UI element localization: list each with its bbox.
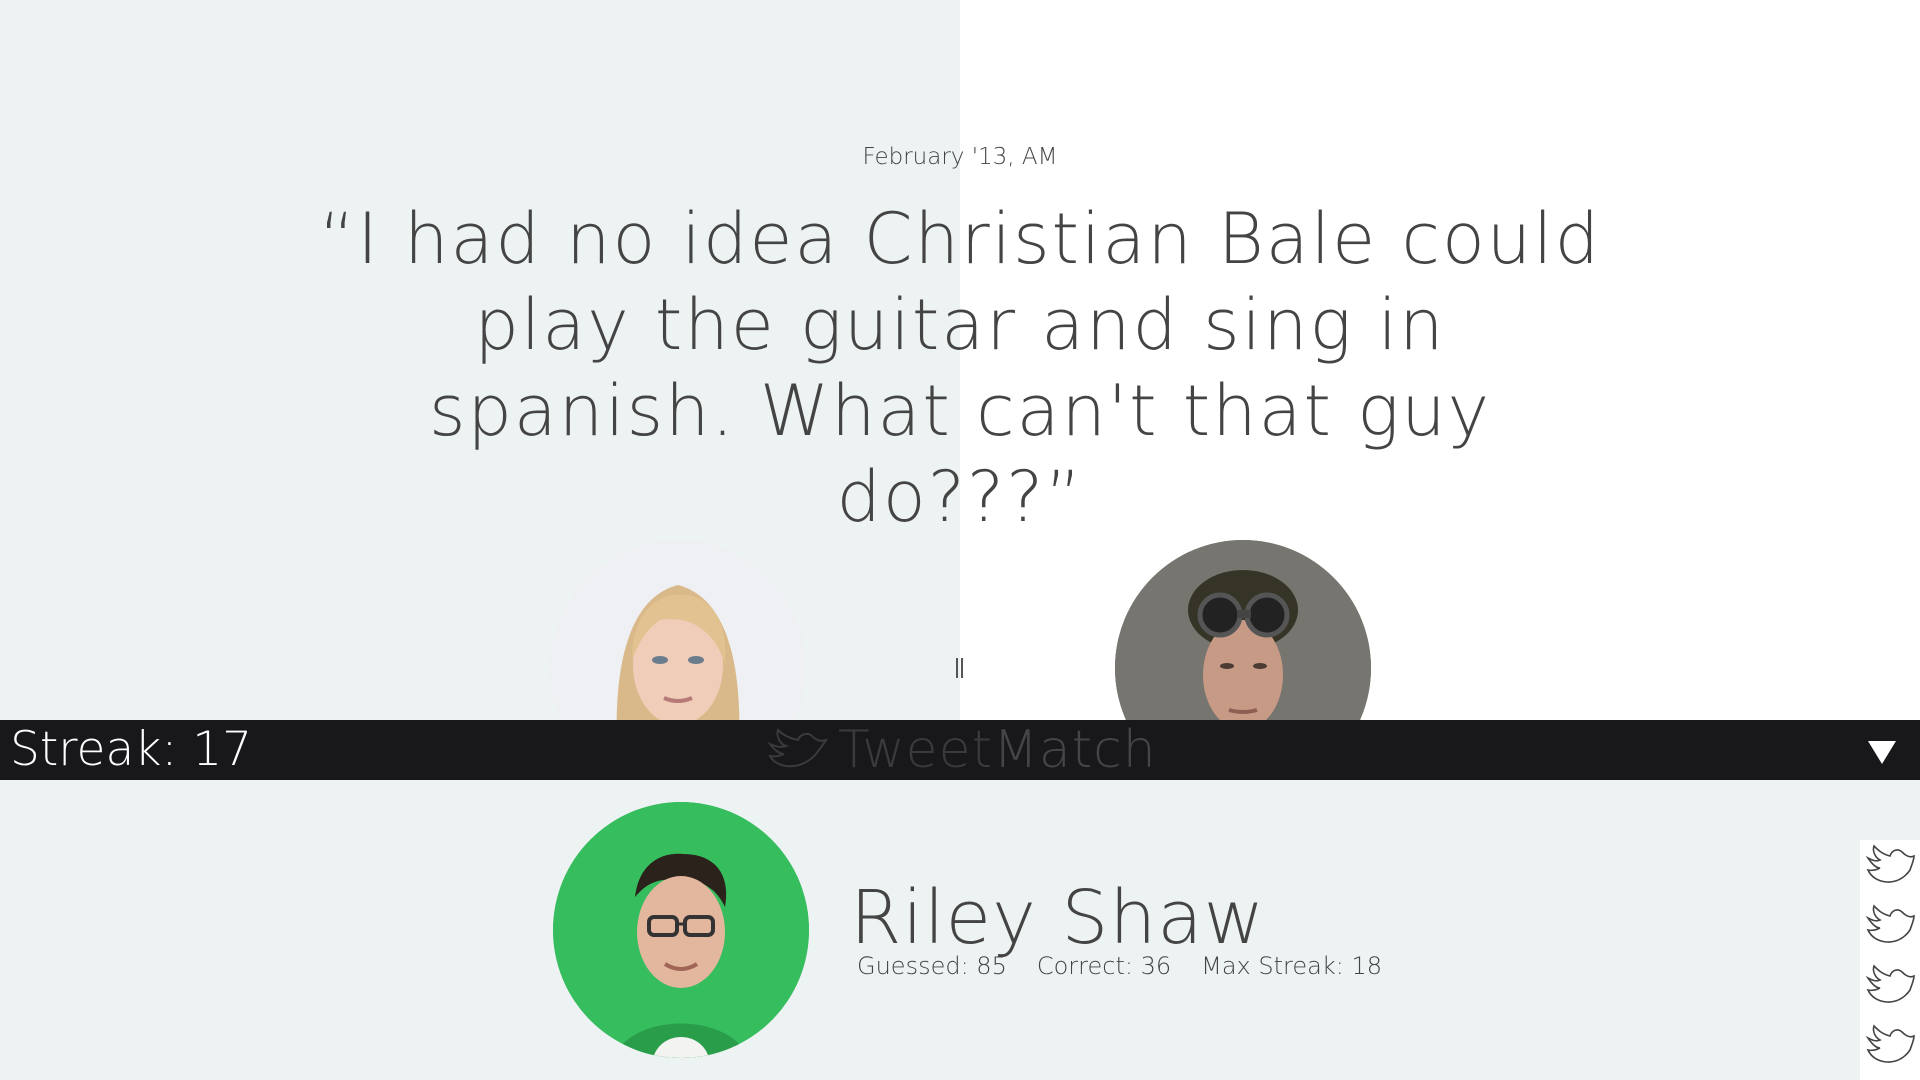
pause-icon (956, 658, 963, 678)
logo-text-light: Tweet (838, 720, 994, 780)
logo-text-strong: Match (993, 720, 1157, 780)
bird-icon (1865, 844, 1915, 883)
user-panel: Riley Shaw Guessed: 85 Correct: 36 Max S… (0, 780, 1920, 1080)
triangle-down-icon[interactable] (1866, 738, 1898, 766)
bird-icon (1865, 964, 1915, 1003)
user-stats: Guessed: 85 Correct: 36 Max Streak: 18 (857, 952, 1382, 980)
status-bar: Streak: 17 TweetMatch (0, 720, 1920, 780)
user-avatar (553, 802, 809, 1058)
stat-correct: Correct: 36 (1036, 952, 1172, 980)
tweet-text: “I had no idea Christian Bale could play… (318, 198, 1602, 538)
bird-stack (1860, 840, 1920, 1080)
bird-icon (1865, 904, 1915, 943)
bird-logo-icon (767, 728, 828, 768)
tweetmatch-logo: TweetMatch (764, 720, 1157, 780)
stat-max-streak: Max Streak: 18 (1201, 952, 1382, 980)
user-name: Riley Shaw (850, 875, 1266, 961)
game-area: February '13, AM “I had no idea Christia… (0, 0, 1920, 720)
streak-label: Streak: 17 (10, 722, 253, 777)
stat-guessed: Guessed: 85 (857, 952, 1007, 980)
bird-icon (1865, 1024, 1915, 1063)
tweet-date: February '13, AM (862, 144, 1058, 170)
